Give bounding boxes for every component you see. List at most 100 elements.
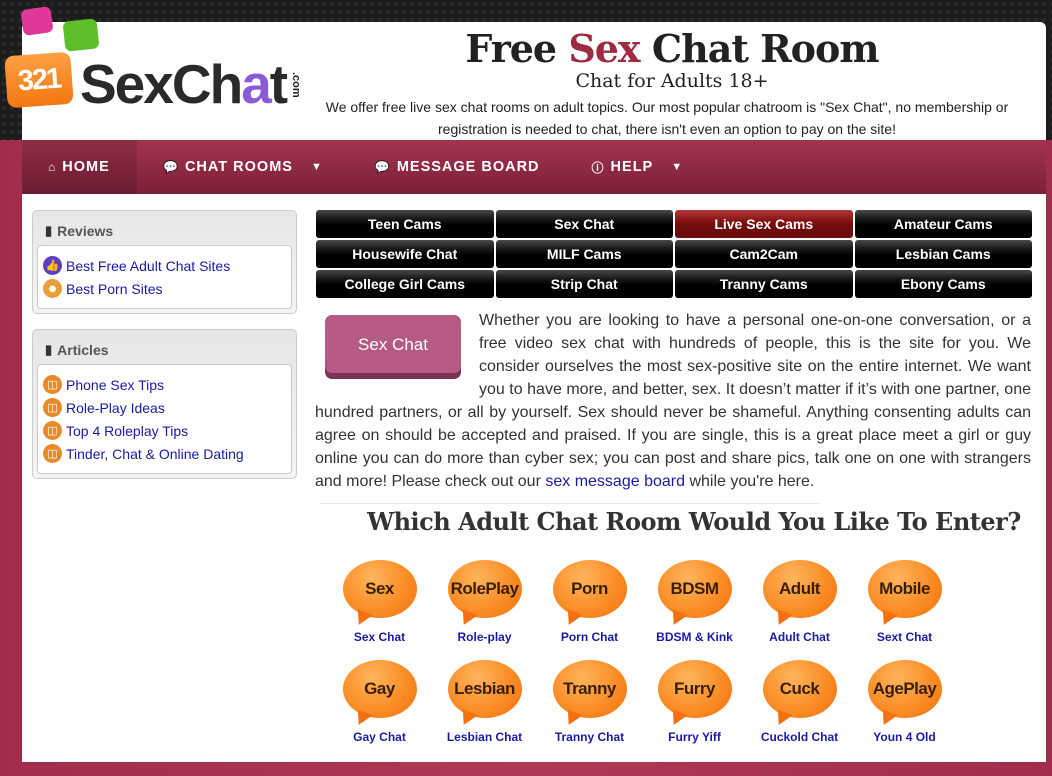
reviews-box: ▮ Reviews 👍 Best Free Adult Chat Sites ☻ Be…	[32, 210, 297, 314]
room-cuck[interactable]: Cuck Cuckold Chat	[747, 660, 852, 744]
cam-link[interactable]: Lesbian Cams	[854, 240, 1032, 268]
room-link[interactable]: Sext Chat	[877, 630, 932, 644]
speech-bubble-icon[interactable]: Mobile	[867, 560, 942, 618]
link-label: Phone Sex Tips	[66, 376, 165, 393]
nav-message-board[interactable]: 💬 MESSAGE BOARD	[349, 140, 566, 194]
chevron-down-icon: ▼	[671, 161, 684, 173]
book-icon: ◫	[43, 421, 62, 440]
articles-title: Articles	[57, 342, 109, 358]
rooms-heading: Which Adult Chat Room Would You Like To …	[367, 507, 1021, 536]
nav-label: HELP	[610, 159, 654, 175]
speech-bubble-icon[interactable]: BDSM	[657, 560, 732, 618]
room-link[interactable]: Role-play	[457, 630, 511, 644]
room-link[interactable]: Sex Chat	[354, 630, 405, 644]
cam-link[interactable]: Tranny Cams	[675, 270, 853, 298]
room-link[interactable]: Gay Chat	[353, 730, 406, 744]
intro-text-end: while you're here.	[685, 473, 815, 490]
green-chat-bubble-icon	[62, 18, 100, 52]
comments-icon: ▮	[45, 342, 53, 357]
nav-home[interactable]: ⌂ HOME	[22, 140, 137, 194]
reviews-list: 👍 Best Free Adult Chat Sites ☻ Best Porn S…	[37, 245, 292, 309]
speech-bubble-icon[interactable]: AgePlay	[867, 660, 942, 718]
page-container: 321 SexChat .com Free Sex Chat Room Chat…	[4, 6, 1046, 762]
nav-help[interactable]: ⓘ HELP ▼	[566, 140, 710, 194]
divider	[320, 503, 820, 504]
article-link[interactable]: ◫ Phone Sex Tips	[43, 373, 286, 396]
review-link-best-chat-sites[interactable]: 👍 Best Free Adult Chat Sites	[43, 254, 286, 277]
chevron-down-icon: ▼	[310, 161, 323, 173]
nav-label: CHAT ROOMS	[184, 159, 293, 175]
room-sex[interactable]: Sex Sex Chat	[327, 560, 432, 644]
articles-heading: ▮ Articles	[37, 336, 292, 364]
speech-bubble-icon[interactable]: Porn	[552, 560, 627, 618]
speech-bubble-icon[interactable]: Lesbian	[447, 660, 522, 718]
room-link[interactable]: Cuckold Chat	[761, 730, 838, 744]
room-adult[interactable]: Adult Adult Chat	[747, 560, 852, 644]
room-link[interactable]: Youn 4 Old	[873, 730, 935, 744]
nav-chat-rooms[interactable]: 💬 CHAT ROOMS ▼	[137, 140, 349, 194]
room-ageplay[interactable]: AgePlay Youn 4 Old	[852, 660, 957, 744]
speech-bubble-icon[interactable]: Cuck	[762, 660, 837, 718]
main-nav: ⌂ HOME 💬 CHAT ROOMS ▼ 💬 MESSAGE BOARD ⓘ HELP ▼	[22, 140, 1046, 194]
chat-rooms-grid: Sex Sex Chat RolePlay Role-play Porn Porn C…	[327, 560, 957, 744]
speech-bubble-icon[interactable]: Furry	[657, 660, 732, 718]
site-logo[interactable]: 321 SexChat .com	[4, 6, 316, 128]
cam-link[interactable]: Amateur Cams	[854, 210, 1032, 238]
room-gay[interactable]: Gay Gay Chat	[327, 660, 432, 744]
link-label: Top 4 Roleplay Tips	[66, 422, 189, 439]
info-icon: ⓘ	[591, 160, 605, 175]
reviews-title: Reviews	[57, 223, 114, 239]
site-description: We offer free live sex chat rooms on adu…	[325, 99, 1009, 137]
room-porn[interactable]: Porn Porn Chat	[537, 560, 642, 644]
intro-article: Sex Chat Whether you are looking to have…	[315, 309, 1031, 493]
article-link[interactable]: ◫ Top 4 Roleplay Tips	[43, 419, 286, 442]
room-bdsm[interactable]: BDSM BDSM & Kink	[642, 560, 747, 644]
article-link[interactable]: ◫ Tinder, Chat & Online Dating	[43, 442, 286, 465]
book-icon: ◫	[43, 375, 62, 394]
room-link[interactable]: Lesbian Chat	[447, 730, 522, 744]
chat-bubbles-icon: 💬	[163, 160, 179, 174]
chat-bubbles-icon: 💬	[374, 160, 391, 174]
logo-text: SexChat	[80, 53, 288, 115]
book-icon: ◫	[43, 398, 62, 417]
review-link-best-porn-sites[interactable]: ☻ Best Porn Sites	[43, 277, 286, 300]
message-board-link[interactable]: sex message board	[545, 473, 685, 490]
cam-link[interactable]: Strip Chat	[495, 270, 673, 298]
room-mobile[interactable]: Mobile Sext Chat	[852, 560, 957, 644]
cam-link[interactable]: Sex Chat	[495, 210, 673, 238]
link-label: Tinder, Chat & Online Dating	[66, 445, 244, 462]
reviews-heading: ▮ Reviews	[37, 217, 292, 245]
pink-chat-bubble-icon	[20, 6, 54, 36]
speech-bubble-icon[interactable]: Adult	[762, 560, 837, 618]
room-furry[interactable]: Furry Furry Yiff	[642, 660, 747, 744]
cam-link[interactable]: Cam2Cam	[675, 240, 853, 268]
room-link[interactable]: BDSM & Kink	[656, 630, 733, 644]
speech-bubble-icon[interactable]: Sex	[342, 560, 417, 618]
cam-link[interactable]: Housewife Chat	[316, 240, 494, 268]
cam-link[interactable]: Teen Cams	[316, 210, 494, 238]
speech-bubble-icon[interactable]: RolePlay	[447, 560, 522, 618]
logo-badge: 321	[4, 51, 74, 109]
nerd-face-icon: ☻	[43, 279, 62, 298]
speech-bubble-icon[interactable]: Gay	[342, 660, 417, 718]
room-roleplay[interactable]: RolePlay Role-play	[432, 560, 537, 644]
room-link[interactable]: Adult Chat	[769, 630, 830, 644]
cam-link[interactable]: College Girl Cams	[316, 270, 494, 298]
cam-link[interactable]: MILF Cams	[495, 240, 673, 268]
room-link[interactable]: Porn Chat	[561, 630, 618, 644]
comments-icon: ▮	[45, 223, 53, 238]
room-lesbian[interactable]: Lesbian Lesbian Chat	[432, 660, 537, 744]
article-link[interactable]: ◫ Role-Play Ideas	[43, 396, 286, 419]
page-title: Free Sex Chat Room	[465, 26, 879, 71]
room-tranny[interactable]: Tranny Tranny Chat	[537, 660, 642, 744]
book-icon: ◫	[43, 444, 62, 463]
link-label: Role-Play Ideas	[66, 399, 165, 416]
cam-link-active[interactable]: Live Sex Cams	[675, 210, 853, 238]
sex-chat-button[interactable]: Sex Chat	[325, 315, 461, 373]
nav-label: MESSAGE BOARD	[396, 159, 540, 175]
room-link[interactable]: Tranny Chat	[555, 730, 624, 744]
room-link[interactable]: Furry Yiff	[668, 730, 721, 744]
nav-label: HOME	[62, 159, 110, 175]
speech-bubble-icon[interactable]: Tranny	[552, 660, 627, 718]
cam-link[interactable]: Ebony Cams	[854, 270, 1032, 298]
